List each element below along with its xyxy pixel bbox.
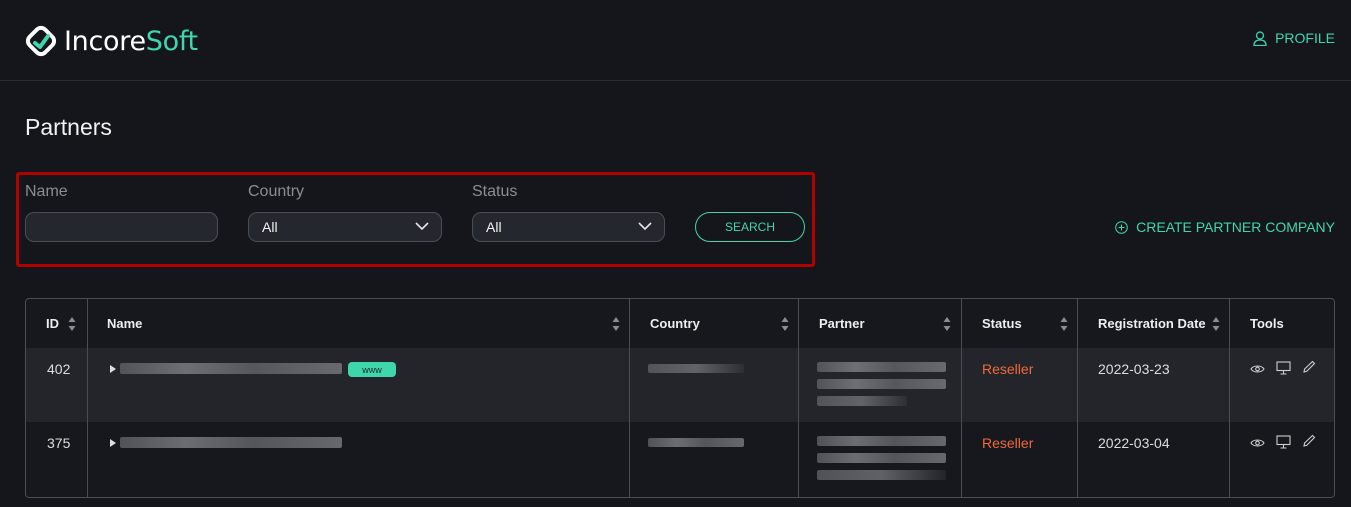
column-header-status[interactable]: Status <box>982 299 1022 348</box>
status-filter-select[interactable]: All <box>472 212 665 242</box>
redacted-country <box>648 438 744 447</box>
sort-icon[interactable] <box>1060 316 1068 332</box>
status-badge: Reseller <box>982 435 1034 451</box>
column-divider <box>961 299 962 497</box>
pencil-icon[interactable] <box>1302 360 1316 374</box>
create-partner-company-button[interactable]: CREATE PARTNER COMPANY <box>1115 219 1335 235</box>
user-icon <box>1253 30 1267 46</box>
column-header-partner[interactable]: Partner <box>819 299 865 348</box>
column-header-tools: Tools <box>1250 316 1284 331</box>
search-button[interactable]: SEARCH <box>695 212 805 242</box>
column-header-registration-date[interactable]: Registration Date <box>1098 299 1206 348</box>
country-filter-select[interactable]: All <box>248 212 442 242</box>
column-header-name[interactable]: Name <box>107 299 142 348</box>
redacted-partner <box>817 396 907 406</box>
column-header-country[interactable]: Country <box>650 299 700 348</box>
column-divider <box>1077 299 1078 497</box>
table-row[interactable] <box>26 348 1334 422</box>
sort-icon[interactable] <box>68 316 76 332</box>
column-header-id[interactable]: ID <box>46 299 59 348</box>
name-filter-input[interactable] <box>25 212 218 242</box>
country-filter-value: All <box>262 219 278 235</box>
sort-icon[interactable] <box>1212 316 1220 332</box>
column-divider <box>87 299 88 497</box>
column-divider <box>1229 299 1230 497</box>
redacted-partner <box>817 453 946 463</box>
page-title: Partners <box>25 114 112 140</box>
name-filter-label: Name <box>25 183 68 200</box>
profile-link[interactable]: PROFILE <box>1253 30 1335 46</box>
profile-label: PROFILE <box>1275 30 1335 46</box>
status-badge: Reseller <box>982 361 1034 377</box>
chevron-down-icon <box>415 222 429 231</box>
redacted-partner <box>817 362 946 372</box>
plus-circle-icon <box>1115 220 1128 234</box>
redacted-country <box>648 364 744 373</box>
row-id: 375 <box>47 435 71 451</box>
expand-row-icon[interactable] <box>110 365 116 373</box>
status-filter-value: All <box>486 219 502 235</box>
partners-table: ID Name Country Partner Status Registrat… <box>25 298 1335 498</box>
monitor-icon[interactable] <box>1276 435 1291 449</box>
create-partner-company-label: CREATE PARTNER COMPANY <box>1136 219 1335 235</box>
expand-row-icon[interactable] <box>110 439 116 447</box>
pencil-icon[interactable] <box>1302 434 1316 448</box>
logo-icon <box>25 25 57 57</box>
sort-icon[interactable] <box>943 316 951 332</box>
row-id: 402 <box>47 361 71 377</box>
registration-date: 2022-03-04 <box>1098 435 1170 451</box>
redacted-name <box>120 437 342 448</box>
sort-icon[interactable] <box>612 316 620 332</box>
registration-date: 2022-03-23 <box>1098 361 1170 377</box>
redacted-partner <box>817 436 946 446</box>
top-bar: IncoreSoft PROFILE <box>0 0 1351 81</box>
logo[interactable]: IncoreSoft <box>24 24 198 58</box>
eye-icon[interactable] <box>1250 438 1265 448</box>
monitor-icon[interactable] <box>1276 361 1291 375</box>
chevron-down-icon <box>638 222 652 231</box>
redacted-name <box>120 363 342 374</box>
table-row[interactable] <box>26 422 1334 497</box>
redacted-partner <box>817 379 946 389</box>
redacted-partner <box>817 470 946 480</box>
column-divider <box>629 299 630 497</box>
country-filter-label: Country <box>248 183 305 200</box>
column-divider <box>798 299 799 497</box>
website-badge[interactable]: www <box>348 362 396 377</box>
sort-icon[interactable] <box>781 316 789 332</box>
eye-icon[interactable] <box>1250 364 1265 374</box>
logo-text: IncoreSoft <box>64 25 198 57</box>
status-filter-label: Status <box>472 183 518 200</box>
